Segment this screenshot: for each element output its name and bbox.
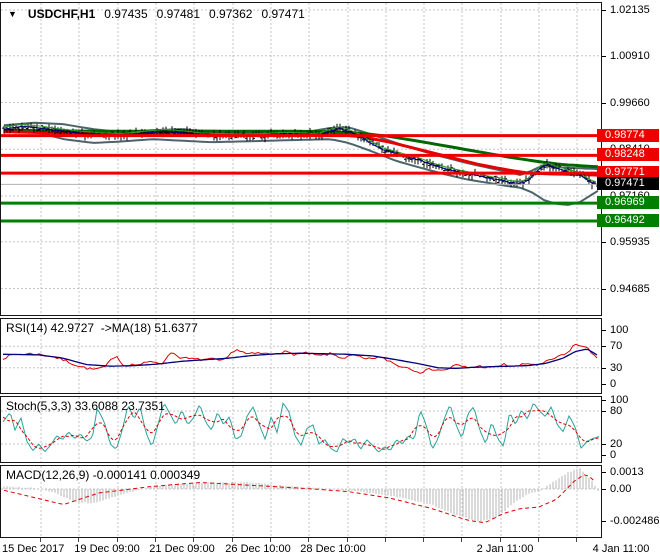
price-pane[interactable]: ▼ USDCHF,H1 0.97435 0.97481 0.97362 0.97471 — [0, 2, 602, 316]
date-axis[interactable]: 15 Dec 2017 19 Dec 09:00 21 Dec 09:00 26 De… — [0, 538, 660, 560]
date-tick — [423, 538, 424, 542]
stoch-axis-label: 0 — [610, 449, 617, 461]
date-tick — [270, 538, 271, 542]
price-axis-label: 0.95935 — [610, 235, 650, 248]
date-axis-label: 19 Dec 09:00 — [74, 543, 140, 555]
price-badge: 0.98248 — [597, 148, 659, 162]
date-tick — [193, 538, 194, 542]
date-tick — [500, 538, 501, 542]
date-axis-label: 4 Jan 11:00 — [592, 543, 650, 555]
macd-axis-label: 0.00 — [610, 483, 632, 495]
price-axis-label: 1.00910 — [610, 49, 650, 62]
price-badge: 0.96969 — [597, 196, 659, 210]
axis-tick — [602, 288, 606, 290]
axis-tick — [602, 241, 606, 243]
rsi-axis-label: 0 — [610, 378, 617, 390]
axis-tick — [602, 455, 606, 456]
date-axis-label: 15 Dec 2017 — [2, 543, 65, 555]
date-tick — [385, 538, 386, 542]
trading-chart-window: ▼ USDCHF,H1 0.97435 0.97481 0.97362 0.97471 R… — [0, 0, 660, 560]
symbol-label: USDCHF,H1 — [27, 7, 96, 21]
date-tick — [576, 538, 577, 542]
price-chart-canvas — [1, 3, 601, 315]
ohlc-open: 0.97435 — [104, 7, 148, 21]
macd-pane[interactable]: MACD(12,26,9) -0.000141 0.000349 — [0, 465, 602, 538]
axis-tick — [602, 367, 606, 369]
price-axis[interactable]: 1.021351.009100.996600.984100.971600.959… — [597, 0, 660, 538]
price-axis-label: 0.94685 — [610, 282, 650, 295]
date-tick — [78, 538, 79, 542]
rsi-label: RSI(14) 42.9727 ->MA(18) 51.6377 — [6, 321, 198, 335]
rsi-axis-label: 70 — [610, 340, 623, 353]
date-tick — [347, 538, 348, 542]
stoch-axis-label: 80 — [610, 405, 623, 417]
axis-tick — [602, 472, 606, 474]
axis-tick — [602, 444, 606, 445]
date-axis-label: 26 Dec 10:00 — [225, 543, 291, 555]
date-tick — [117, 538, 118, 542]
rsi-axis-label: 30 — [610, 361, 623, 374]
macd-axis-label: 0.0013 — [610, 466, 644, 479]
price-axis-label: 0.99660 — [610, 96, 650, 109]
axis-tick — [602, 384, 606, 385]
stochastic-label: Stoch(5,3,3) 33.6088 23.7351 — [6, 399, 165, 413]
date-tick — [308, 538, 309, 542]
rsi-pane[interactable]: RSI(14) 42.9727 ->MA(18) 51.6377 — [0, 318, 602, 394]
axis-tick — [602, 102, 606, 104]
axis-tick — [602, 55, 606, 57]
date-tick — [461, 538, 462, 542]
date-tick — [232, 538, 233, 542]
date-axis-label: 2 Jan 11:00 — [476, 543, 534, 555]
ohlc-low: 0.97362 — [209, 7, 253, 21]
axis-tick — [602, 521, 606, 523]
macd-label: MACD(12,26,9) -0.000141 0.000349 — [6, 468, 201, 482]
date-tick — [40, 538, 41, 542]
rsi-axis-label: 100 — [610, 324, 629, 336]
axis-tick — [602, 330, 606, 331]
dropdown-arrow-icon[interactable]: ▼ — [8, 9, 17, 19]
price-badge: 0.98774 — [597, 128, 659, 142]
ohlc-high: 0.97481 — [156, 7, 201, 21]
price-badge: 0.96492 — [597, 213, 659, 227]
axis-tick — [602, 489, 606, 490]
axis-tick — [602, 400, 606, 401]
price-badge: 0.97471 — [597, 177, 659, 191]
axis-tick — [602, 346, 606, 348]
date-axis-label: 21 Dec 09:00 — [149, 543, 215, 555]
date-axis-label: 28 Dec 10:00 — [300, 543, 366, 555]
axis-tick — [602, 10, 606, 11]
chart-header: ▼ USDCHF,H1 0.97435 0.97481 0.97362 0.97471 — [8, 7, 305, 21]
date-tick — [155, 538, 156, 542]
axis-tick — [602, 411, 606, 412]
stochastic-pane[interactable]: Stoch(5,3,3) 33.6088 23.7351 — [0, 396, 602, 463]
ohlc-close: 0.97471 — [261, 7, 305, 21]
macd-axis-label: -0.002486 — [610, 515, 660, 528]
price-axis-label: 1.02135 — [610, 4, 650, 16]
date-tick — [538, 538, 539, 542]
